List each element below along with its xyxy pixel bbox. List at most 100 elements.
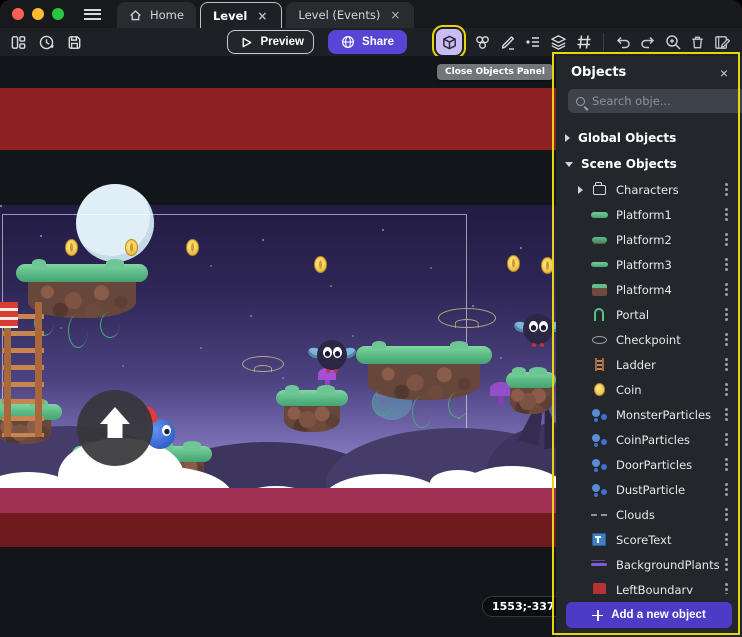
history-icon[interactable] (37, 33, 56, 52)
item-menu-icon[interactable] (725, 313, 728, 316)
top-boundary-instance[interactable] (0, 88, 556, 150)
object-item-monsterparticles[interactable]: MonsterParticles (556, 402, 742, 427)
object-item-platform3[interactable]: Platform3 (556, 252, 742, 277)
item-menu-icon[interactable] (725, 563, 728, 566)
object-item-platform4[interactable]: Platform4 (556, 277, 742, 302)
grid-icon[interactable] (574, 32, 594, 52)
item-menu-icon[interactable] (725, 488, 728, 491)
coin-instance[interactable] (186, 239, 199, 256)
close-window-button[interactable] (12, 8, 24, 20)
item-menu-icon[interactable] (725, 513, 728, 516)
section-scene-objects[interactable]: Scene Objects (556, 151, 742, 177)
play-icon (240, 36, 253, 49)
bottom-ground-instance[interactable] (0, 513, 556, 547)
item-menu-icon[interactable] (725, 188, 728, 191)
object-item-platform1[interactable]: Platform1 (556, 202, 742, 227)
object-item-backgroundplants[interactable]: BackgroundPlants (556, 552, 742, 577)
platform-instance[interactable] (276, 390, 348, 432)
clouds-icon (591, 514, 607, 516)
minimize-window-button[interactable] (32, 8, 44, 20)
edit-pencil-icon[interactable] (498, 32, 518, 52)
platform-instance[interactable] (356, 346, 492, 400)
object-item-platform2[interactable]: Platform2 (556, 227, 742, 252)
item-menu-icon[interactable] (725, 238, 728, 241)
item-menu-icon[interactable] (725, 388, 728, 391)
object-item-dustparticle[interactable]: DustParticle (556, 477, 742, 502)
tab-close-icon[interactable]: × (388, 8, 402, 22)
undo-icon[interactable] (613, 32, 633, 52)
object-item-ladder[interactable]: Ladder (556, 352, 742, 377)
main-menu-icon[interactable] (84, 9, 101, 20)
preview-button[interactable]: Preview (228, 31, 314, 53)
platform-thumbnail-icon (592, 284, 607, 296)
close-panel-icon[interactable]: × (720, 66, 728, 80)
object-item-leftboundary[interactable]: LeftBoundary (556, 577, 742, 594)
app-window: Home Level × Level (Events) × (0, 0, 742, 637)
edit-scene-icon[interactable] (712, 32, 733, 53)
bottom-boundary-instance[interactable] (0, 488, 556, 513)
ladder-icon (595, 358, 604, 371)
item-menu-icon[interactable] (725, 338, 728, 341)
item-menu-icon[interactable] (725, 213, 728, 216)
platform-instance[interactable] (506, 372, 556, 414)
item-menu-icon[interactable] (725, 538, 728, 541)
jump-button-overlay[interactable] (77, 390, 153, 466)
maximize-window-button[interactable] (52, 8, 64, 20)
panels-icon[interactable] (9, 33, 28, 52)
coin-instance[interactable] (541, 257, 554, 274)
object-item-portal[interactable]: Portal (556, 302, 742, 327)
item-menu-icon[interactable] (725, 438, 728, 441)
object-item-coinparticles[interactable]: CoinParticles (556, 427, 742, 452)
search-box[interactable] (568, 89, 742, 113)
layers-icon[interactable] (548, 32, 569, 53)
share-button[interactable]: Share (328, 30, 407, 54)
tab-level[interactable]: Level × (200, 2, 282, 28)
object-item-checkpoint[interactable]: Checkpoint (556, 327, 742, 352)
coin-instance[interactable] (314, 256, 327, 273)
objects-cube-icon[interactable] (436, 29, 462, 55)
item-menu-icon[interactable] (725, 463, 728, 466)
up-arrow-icon (108, 423, 123, 438)
objects-tree: Global Objects Scene Objects Characters … (556, 121, 742, 594)
toolbar-separator (603, 33, 604, 51)
tab-home[interactable]: Home (117, 2, 196, 28)
coin-instance[interactable] (125, 239, 138, 256)
item-menu-icon[interactable] (725, 263, 728, 266)
item-menu-icon[interactable] (725, 588, 728, 591)
object-item-coin[interactable]: Coin (556, 377, 742, 402)
object-item-characters[interactable]: Characters (556, 177, 742, 202)
tab-close-icon[interactable]: × (255, 9, 269, 23)
monster-instance[interactable] (516, 312, 556, 350)
section-global-objects[interactable]: Global Objects (556, 125, 742, 151)
zoom-in-icon[interactable] (663, 32, 683, 52)
item-menu-icon[interactable] (725, 413, 728, 416)
titlebar: Home Level × Level (Events) × (0, 0, 742, 28)
object-groups-icon[interactable] (472, 32, 493, 53)
instances-list-icon[interactable] (523, 32, 543, 52)
tab-label: Home (150, 8, 184, 22)
object-item-scoretext[interactable]: ScoreText (556, 527, 742, 552)
monster-instance[interactable] (310, 338, 354, 376)
save-icon[interactable] (65, 33, 84, 52)
trash-icon[interactable] (688, 33, 707, 52)
checkpoint-instance[interactable] (438, 308, 496, 328)
globe-icon (341, 35, 355, 49)
particles-icon (592, 483, 607, 497)
stars (0, 205, 2, 207)
redo-icon[interactable] (638, 32, 658, 52)
checkpoint-icon (592, 336, 607, 344)
coin-instance[interactable] (65, 239, 78, 256)
striped-pole[interactable] (0, 302, 18, 328)
tab-level-events[interactable]: Level (Events) × (286, 2, 414, 28)
particles-icon (592, 458, 607, 472)
checkpoint-instance[interactable] (242, 356, 284, 372)
search-input[interactable] (592, 94, 738, 108)
object-item-doorparticles[interactable]: DoorParticles (556, 452, 742, 477)
object-item-clouds[interactable]: Clouds (556, 502, 742, 527)
coin-instance[interactable] (507, 255, 520, 272)
item-menu-icon[interactable] (725, 363, 728, 366)
add-new-object-button[interactable]: Add a new object (566, 602, 732, 628)
item-menu-icon[interactable] (725, 288, 728, 291)
home-icon (129, 9, 142, 22)
scene-editor-canvas[interactable]: 1553;-337 Close Objects Panel (0, 56, 556, 637)
